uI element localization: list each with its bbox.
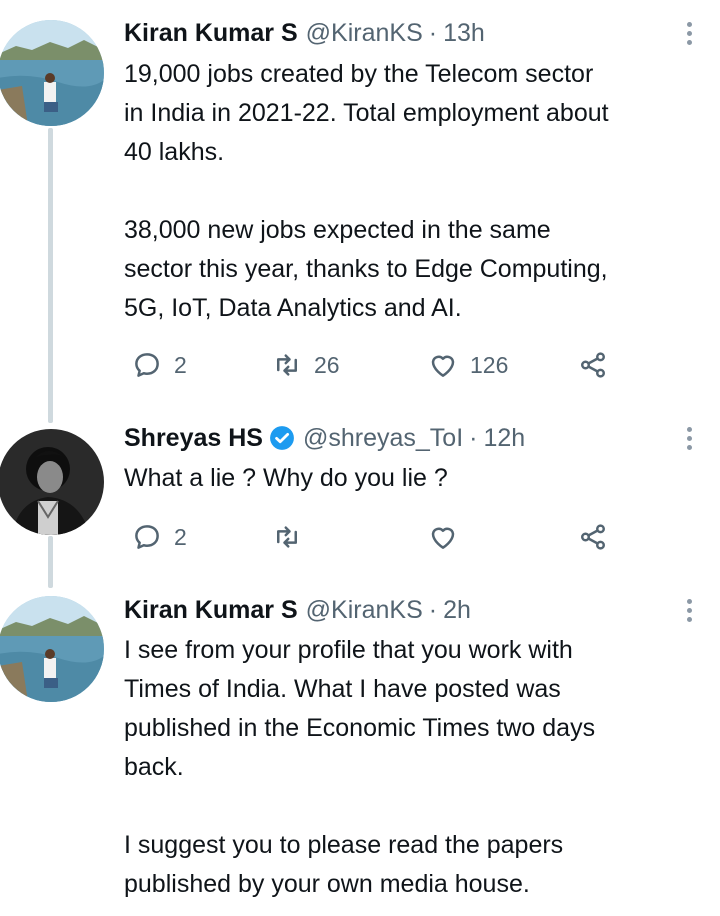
share-icon xyxy=(581,524,605,550)
lake-landscape-photo xyxy=(0,20,104,126)
reply-count: 2 xyxy=(174,351,187,378)
like-button[interactable] xyxy=(428,517,458,557)
author-handle[interactable]: @KiranKS xyxy=(306,596,423,625)
tweet-header: Kiran Kumar S @KiranKS · 13h xyxy=(124,16,485,50)
like-count: 126 xyxy=(470,351,509,378)
reply-button[interactable]: 2 xyxy=(132,345,187,385)
tweet-timestamp[interactable]: 12h xyxy=(483,424,525,453)
retweet-button[interactable] xyxy=(272,517,302,557)
text-line: Times of India. What I have posted was xyxy=(124,675,561,703)
author-name[interactable]: Kiran Kumar S xyxy=(124,596,298,625)
text-line: I see from your profile that you work wi… xyxy=(124,636,573,664)
tweet-header: Shreyas HS @shreyas_ToI · 12h xyxy=(124,421,525,455)
text-line: published in the Economic Times two days xyxy=(124,714,596,742)
verified-badge-icon xyxy=(270,426,294,450)
tweet-actions: 2 26 126 xyxy=(124,345,624,385)
share-button[interactable] xyxy=(578,517,608,557)
tweet-text: 19,000 jobs created by the Telecom secto… xyxy=(124,55,714,328)
thread-connector-line xyxy=(48,536,53,588)
text-line: What a lie ? Why do you lie ? xyxy=(124,464,448,492)
tweet-text: I see from your profile that you work wi… xyxy=(124,631,714,904)
person-portrait-bw xyxy=(0,429,104,535)
more-options-icon[interactable] xyxy=(682,421,696,455)
text-line: 5G, IoT, Data Analytics and AI. xyxy=(124,294,462,322)
retweet-icon xyxy=(277,354,297,376)
author-handle[interactable]: @KiranKS xyxy=(306,19,423,48)
reply-icon xyxy=(135,353,159,377)
more-options-icon[interactable] xyxy=(682,593,696,627)
text-line: published by your own media house. xyxy=(124,870,530,898)
heart-icon xyxy=(431,355,455,377)
author-name[interactable]: Kiran Kumar S xyxy=(124,19,298,48)
author-handle[interactable]: @shreyas_ToI xyxy=(303,424,463,453)
text-line: 19,000 jobs created by the Telecom secto… xyxy=(124,60,594,88)
text-line: 40 lakhs. xyxy=(124,138,225,166)
reply-button[interactable]: 2 xyxy=(132,517,187,557)
retweet-count: 26 xyxy=(314,351,340,378)
lake-landscape-photo xyxy=(0,596,104,702)
tweet-thread: Kiran Kumar S @KiranKS · 13h 19,000 jobs… xyxy=(0,0,720,916)
share-icon xyxy=(581,352,605,378)
tweet-timestamp[interactable]: 13h xyxy=(443,19,485,48)
header-separator: · xyxy=(428,595,438,624)
retweet-button[interactable]: 26 xyxy=(272,345,340,385)
text-line: in India in 2021-22. Total employment ab… xyxy=(124,99,609,127)
retweet-icon xyxy=(277,526,297,548)
avatar[interactable] xyxy=(0,596,104,702)
tweet-actions: 2 xyxy=(124,517,624,557)
avatar[interactable] xyxy=(0,429,104,535)
like-button[interactable]: 126 xyxy=(428,345,508,385)
thread-connector-line xyxy=(48,128,53,423)
author-name[interactable]: Shreyas HS xyxy=(124,424,263,453)
header-separator: · xyxy=(469,423,478,452)
text-line: back. xyxy=(124,753,184,781)
tweet-text: What a lie ? Why do you lie ? xyxy=(124,459,714,498)
more-options-icon[interactable] xyxy=(682,16,696,50)
heart-icon xyxy=(431,527,455,549)
header-separator: · xyxy=(428,18,438,47)
tweet-timestamp[interactable]: 2h xyxy=(443,596,471,625)
text-line: sector this year, thanks to Edge Computi… xyxy=(124,255,608,283)
tweet-header: Kiran Kumar S @KiranKS · 2h xyxy=(124,593,471,627)
reply-icon xyxy=(135,525,159,549)
reply-count: 2 xyxy=(174,523,187,550)
text-line: 38,000 new jobs expected in the same xyxy=(124,216,551,244)
avatar[interactable] xyxy=(0,20,104,126)
share-button[interactable] xyxy=(578,345,608,385)
text-line: I suggest you to please read the papers xyxy=(124,831,564,859)
